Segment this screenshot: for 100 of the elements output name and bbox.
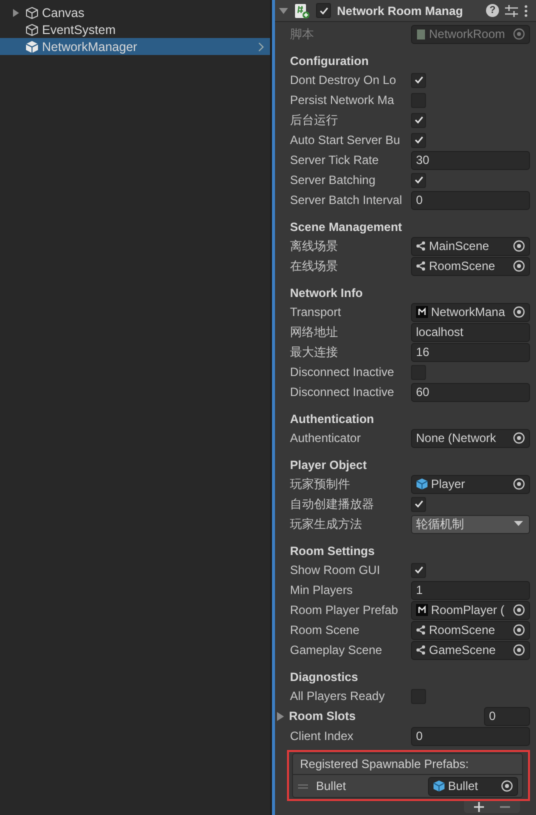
scene-icon xyxy=(416,261,426,271)
field-label: Disconnect Inactive xyxy=(290,365,396,379)
cube-icon xyxy=(433,780,445,792)
field-label: Room Player Prefab xyxy=(290,603,400,617)
network-icon xyxy=(416,306,428,318)
object-field[interactable]: None (Network xyxy=(411,428,530,448)
field-label: Min Players xyxy=(290,583,354,597)
target-icon[interactable] xyxy=(513,478,525,490)
field-label: 自动创建播放器 xyxy=(290,496,375,512)
field-label: Server Tick Rate xyxy=(290,153,380,167)
field-label: Server Batch Interval xyxy=(290,193,404,207)
size-field[interactable]: 0 xyxy=(484,706,530,726)
field-label: Room Scene xyxy=(290,623,360,637)
component-title: Network Room Manag xyxy=(337,4,464,18)
input-field[interactable]: 1 xyxy=(411,580,530,600)
input-field[interactable]: 16 xyxy=(411,342,530,362)
section-title: Configuration xyxy=(290,53,370,70)
hierarchy-label: NetworkManager xyxy=(42,40,138,54)
field-label: 后台运行 xyxy=(290,112,339,128)
target-icon[interactable] xyxy=(501,780,513,792)
drag-handle-icon[interactable] xyxy=(298,784,308,788)
script-label: 脚本 xyxy=(290,26,315,42)
list-title: Registered Spawnable Prefabs: xyxy=(293,754,522,775)
cube-icon xyxy=(25,22,39,36)
target-icon[interactable] xyxy=(513,624,525,636)
script-icon xyxy=(416,28,426,40)
add-icon[interactable] xyxy=(474,802,484,812)
checkbox[interactable] xyxy=(411,172,426,188)
input-field[interactable]: 30 xyxy=(411,150,530,170)
checkbox[interactable] xyxy=(411,132,426,148)
input-field[interactable]: 0 xyxy=(411,190,530,210)
field-label: Persist Network Ma xyxy=(290,93,396,107)
section-title: Room Settings xyxy=(290,543,376,560)
field-label: 在线场景 xyxy=(290,258,339,274)
target-icon[interactable] xyxy=(513,644,525,656)
checkbox[interactable] xyxy=(411,112,426,128)
field-label: 离线场景 xyxy=(290,238,339,254)
object-field[interactable]: NetworkMana xyxy=(411,302,530,322)
section-title: Authentication xyxy=(290,411,375,428)
object-field[interactable]: RoomPlayer ( xyxy=(411,600,530,620)
checkbox[interactable] xyxy=(411,72,426,88)
section-title: Player Object xyxy=(290,457,368,474)
target-icon xyxy=(513,28,525,40)
target-icon[interactable] xyxy=(513,260,525,272)
target-icon[interactable] xyxy=(513,432,525,444)
cube-icon xyxy=(25,6,39,20)
hierarchy-label: EventSystem xyxy=(42,22,116,36)
target-icon[interactable] xyxy=(513,306,525,318)
cube-icon xyxy=(25,40,39,54)
object-field[interactable]: Player xyxy=(411,474,530,494)
input-field[interactable]: 0 xyxy=(411,726,530,746)
hierarchy-label: Canvas xyxy=(42,6,84,20)
checkmark-icon xyxy=(318,6,328,16)
checkbox[interactable] xyxy=(411,562,426,578)
object-field[interactable]: Bullet xyxy=(428,776,518,796)
hierarchy-item[interactable]: Canvas xyxy=(0,4,270,21)
hierarchy-item[interactable]: EventSystem xyxy=(0,21,270,38)
hierarchy-item[interactable]: NetworkManager xyxy=(0,38,270,55)
target-icon[interactable] xyxy=(513,240,525,252)
field-label: Authenticator xyxy=(290,431,362,445)
object-field[interactable]: MainScene xyxy=(411,236,530,256)
section-title: Diagnostics xyxy=(290,669,360,686)
input-field[interactable]: 60 xyxy=(411,382,530,402)
object-field[interactable]: GameScene xyxy=(411,640,530,660)
field-label: Gameplay Scene xyxy=(290,643,384,657)
list-item-label: Bullet xyxy=(316,779,346,793)
field-label: Server Batching xyxy=(290,173,376,187)
checkbox[interactable] xyxy=(411,496,426,512)
scene-icon xyxy=(416,645,426,655)
expand-arrow-icon[interactable] xyxy=(12,8,20,16)
field-label: 玩家预制件 xyxy=(290,476,351,492)
presets-icon[interactable] xyxy=(505,4,518,16)
section-title: Network Info xyxy=(290,285,364,302)
scene-icon xyxy=(416,625,426,635)
caret-icon xyxy=(514,521,523,527)
field-label: Dont Destroy On Lo xyxy=(290,73,398,87)
chevron-icon[interactable] xyxy=(258,42,264,52)
network-icon xyxy=(416,604,428,616)
expand-arrow-icon[interactable] xyxy=(277,712,284,720)
foldout-label[interactable]: Room Slots xyxy=(277,709,356,723)
enabled-checkbox[interactable] xyxy=(316,3,331,18)
cube-icon xyxy=(416,478,428,490)
checkmark-icon xyxy=(414,565,424,575)
field-label: 最大连接 xyxy=(290,344,339,360)
field-label: 网络地址 xyxy=(290,324,339,340)
field-label: Auto Start Server Bu xyxy=(290,133,402,147)
checkmark-icon xyxy=(414,75,424,85)
target-icon[interactable] xyxy=(513,604,525,616)
script-field: NetworkRoom xyxy=(411,24,530,44)
collapse-arrow-icon[interactable] xyxy=(279,6,288,14)
object-field[interactable]: RoomScene xyxy=(411,256,530,276)
help-button[interactable]: ? xyxy=(486,4,499,17)
field-label: Transport xyxy=(290,305,342,319)
section-title: Scene Management xyxy=(290,219,404,236)
more-options-icon[interactable] xyxy=(524,4,528,16)
input-field[interactable]: localhost xyxy=(411,322,530,342)
field-label: 玩家生成方法 xyxy=(290,516,363,532)
object-field[interactable]: RoomScene xyxy=(411,620,530,640)
dropdown[interactable]: 轮循机制 xyxy=(411,514,530,534)
field-label: Client Index xyxy=(290,729,354,743)
